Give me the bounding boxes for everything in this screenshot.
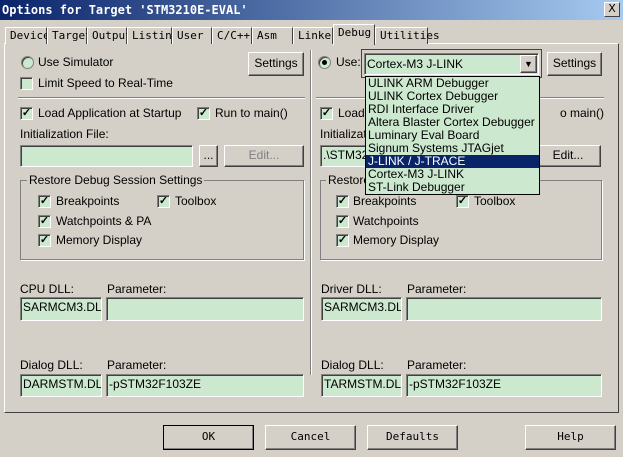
right-watchpoints-label: Watchpoints: [353, 214, 419, 228]
use-simulator-radio[interactable]: [21, 56, 34, 69]
run-to-main-label: Run to main(): [215, 106, 288, 120]
toolbox-checkbox[interactable]: ✓: [157, 195, 170, 208]
tab-user[interactable]: User: [172, 27, 212, 44]
cpu-dll-label: CPU DLL:: [20, 282, 75, 296]
ok-button[interactable]: OK: [163, 425, 254, 450]
load-app-checkbox[interactable]: ✓: [20, 107, 33, 120]
right-breakpoints-checkbox[interactable]: ✓: [336, 195, 349, 208]
toolbox-label: Toolbox: [175, 194, 217, 208]
load-app-label: Load Application at Startup: [38, 106, 182, 120]
use-debugger-radio[interactable]: [318, 56, 331, 69]
right-dialog-param-input[interactable]: -pSTM32F103ZE: [406, 374, 602, 397]
init-file-label: Initialization File:: [20, 127, 109, 141]
tab-output[interactable]: Output: [87, 27, 132, 44]
simulator-settings-button[interactable]: Settings: [248, 52, 304, 76]
run-to-main-checkbox[interactable]: ✓: [197, 107, 210, 120]
limit-speed-checkbox[interactable]: [20, 77, 33, 90]
chevron-down-icon[interactable]: ▼: [520, 55, 537, 73]
debugger-dropdown-list: ULINK ARM Debugger ULINK Cortex Debugger…: [365, 76, 540, 195]
right-memory-display-label: Memory Display: [353, 233, 440, 247]
right-edit-button[interactable]: Edit...: [535, 145, 601, 167]
separator: [18, 97, 305, 99]
tab-utilities[interactable]: Utilities: [375, 27, 440, 44]
browse-button[interactable]: ...: [199, 145, 218, 167]
driver-param-input[interactable]: [406, 297, 602, 321]
right-toolbox-label: Toolbox: [474, 194, 516, 208]
tab-linker[interactable]: Linker: [293, 27, 338, 44]
breakpoints-label: Breakpoints: [56, 194, 120, 208]
debugger-settings-button[interactable]: Settings: [547, 52, 602, 76]
right-breakpoints-label: Breakpoints: [353, 194, 417, 208]
debugger-selected-value: Cortex-M3 J-LINK: [367, 57, 464, 71]
cpu-param-input[interactable]: [106, 297, 304, 321]
dialog-dll-label: Dialog DLL:: [20, 358, 83, 372]
limit-speed-label: Limit Speed to Real-Time: [38, 76, 173, 90]
dropdown-option[interactable]: ST-Link Debugger: [366, 181, 539, 194]
dialog-param-input[interactable]: -pSTM32F103ZE: [106, 374, 304, 397]
breakpoints-checkbox[interactable]: ✓: [38, 195, 51, 208]
tab-listing[interactable]: Listing: [127, 27, 178, 44]
right-load-app-checkbox[interactable]: ✓: [320, 107, 333, 120]
tab-target[interactable]: Target: [47, 27, 92, 44]
right-dialog-dll-input[interactable]: TARMSTM.DLL: [321, 374, 402, 397]
memory-display-checkbox[interactable]: ✓: [38, 234, 51, 247]
help-button[interactable]: Help: [525, 425, 616, 450]
debugger-select[interactable]: Cortex-M3 J-LINK: [364, 53, 539, 75]
use-simulator-label: Use Simulator: [38, 55, 114, 69]
driver-param-label: Parameter:: [407, 282, 467, 296]
defaults-button[interactable]: Defaults: [367, 425, 458, 450]
right-dialog-dll-label: Dialog DLL:: [321, 358, 384, 372]
right-memory-display-checkbox[interactable]: ✓: [336, 234, 349, 247]
driver-dll-input[interactable]: SARMCM3.DLL: [321, 297, 402, 321]
right-dialog-param-label: Parameter:: [407, 358, 467, 372]
column-divider: [310, 50, 312, 375]
dialog-dll-input[interactable]: DARMSTM.DLL: [20, 374, 102, 397]
tab-device[interactable]: Device: [5, 27, 50, 44]
cpu-param-label: Parameter:: [107, 282, 167, 296]
watchpoints-checkbox[interactable]: ✓: [38, 215, 51, 228]
driver-dll-label: Driver DLL:: [321, 282, 382, 296]
watchpoints-label: Watchpoints & PA: [56, 214, 152, 228]
right-load-app-label: Load: [338, 106, 365, 120]
init-file-input[interactable]: [20, 145, 193, 167]
tab-cc[interactable]: C/C++: [212, 27, 252, 44]
dialog-param-label: Parameter:: [107, 358, 167, 372]
edit-button[interactable]: Edit...: [224, 145, 304, 167]
cancel-button[interactable]: Cancel: [265, 425, 356, 450]
memory-display-label: Memory Display: [56, 233, 143, 247]
tab-debug[interactable]: Debug: [333, 24, 375, 45]
close-button[interactable]: X: [604, 2, 620, 17]
right-watchpoints-checkbox[interactable]: ✓: [336, 215, 349, 228]
cpu-dll-input[interactable]: SARMCM3.DLL: [20, 297, 102, 321]
title-bar: Options for Target 'STM3210E-EVAL': [0, 0, 623, 20]
restore-group-title: Restore Debug Session Settings: [27, 173, 205, 187]
window-title: Options for Target 'STM3210E-EVAL': [2, 3, 248, 17]
tab-asm[interactable]: Asm: [252, 27, 293, 44]
use-label: Use:: [336, 55, 361, 69]
right-run-to-main-label: o main(): [560, 106, 605, 120]
right-toolbox-checkbox[interactable]: ✓: [456, 195, 469, 208]
